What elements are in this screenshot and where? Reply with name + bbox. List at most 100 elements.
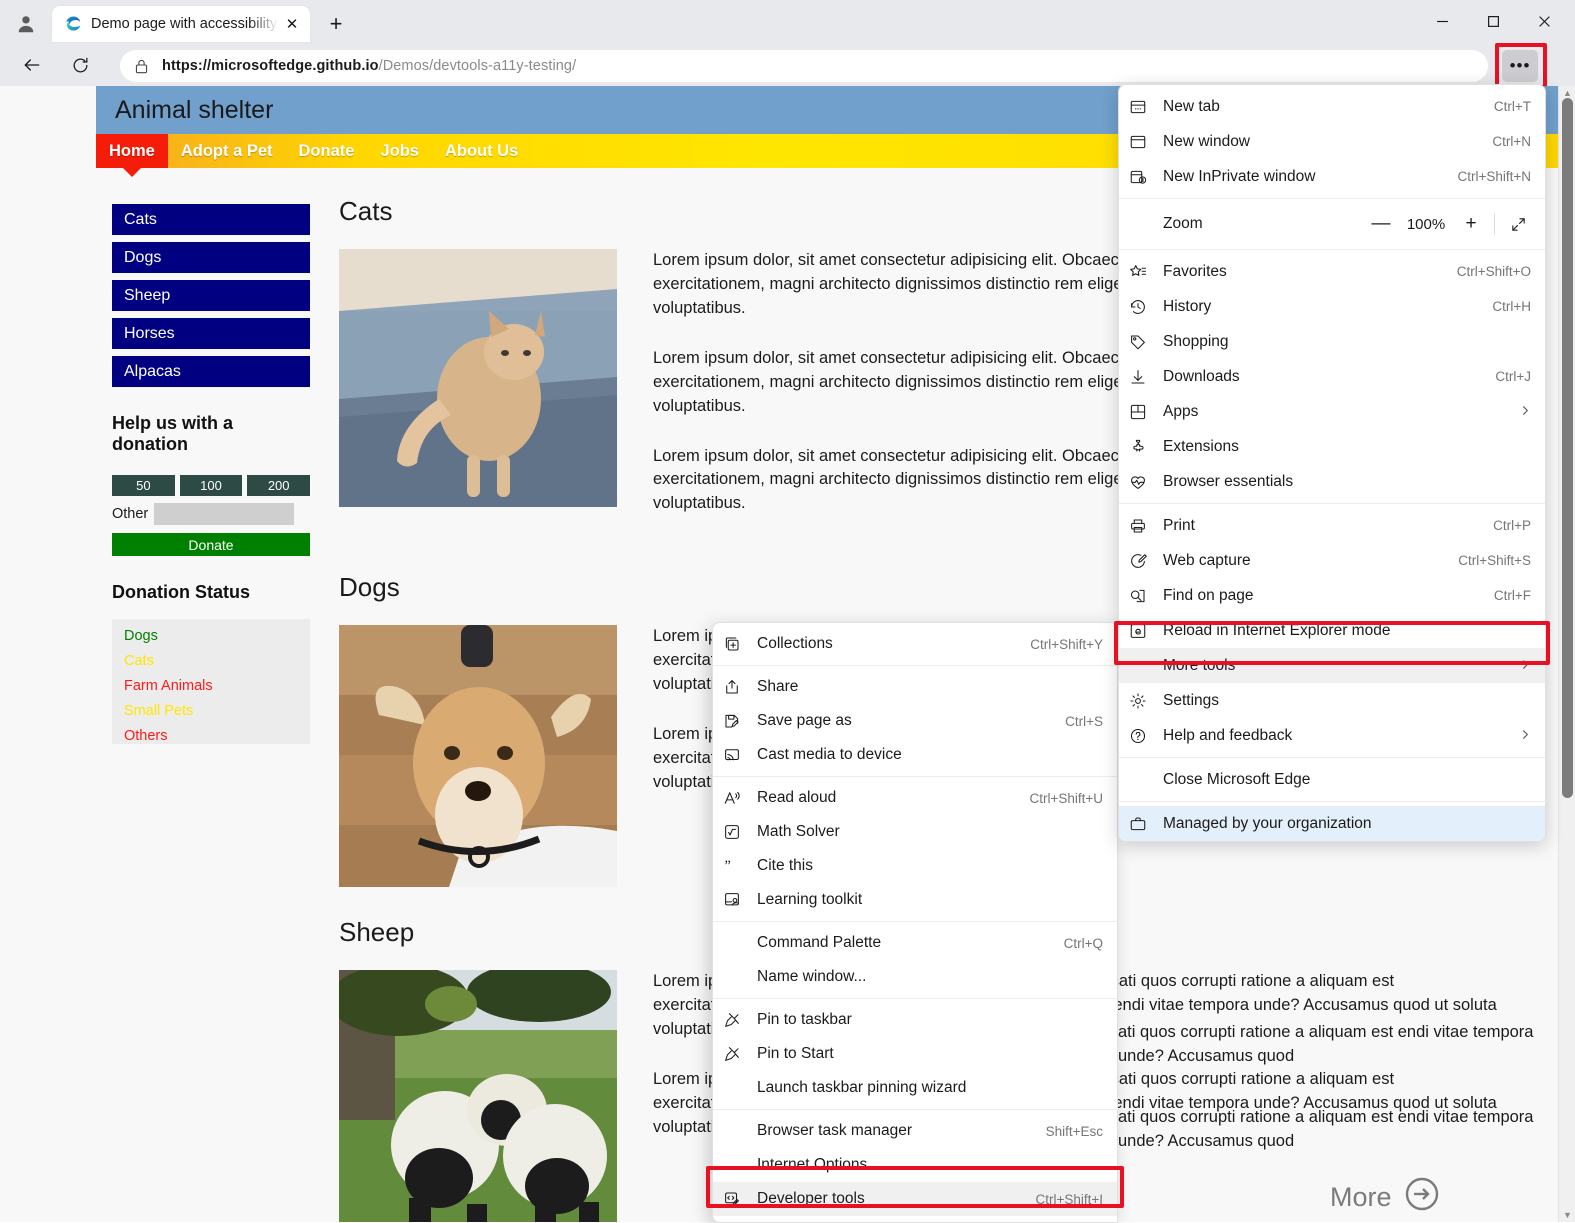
- nav-item-home[interactable]: Home: [96, 134, 168, 168]
- settings-and-more-button[interactable]: •••: [1502, 50, 1538, 82]
- menu-item-find-on-page[interactable]: Find on pageCtrl+F: [1119, 578, 1545, 613]
- nav-item-label: Adopt a Pet: [181, 142, 273, 161]
- menu-item-label: Browser task manager: [757, 1122, 1046, 1140]
- menu-item-web-capture[interactable]: Web captureCtrl+Shift+S: [1119, 543, 1545, 578]
- menu-item-label: Help and feedback: [1163, 727, 1506, 745]
- category-button-horses[interactable]: Horses: [112, 318, 310, 349]
- category-button-dogs[interactable]: Dogs: [112, 242, 310, 273]
- menu-item-reload-in-internet-explorer-mode[interactable]: Reload in Internet Explorer mode: [1119, 613, 1545, 648]
- zoom-in-button[interactable]: +: [1454, 209, 1488, 239]
- menu-item-browser-task-manager[interactable]: Browser task managerShift+Esc: [713, 1114, 1117, 1148]
- menu-item-close-microsoft-edge[interactable]: Close Microsoft Edge: [1119, 762, 1545, 797]
- math-solver-icon: [723, 822, 749, 842]
- category-button-sheep[interactable]: Sheep: [112, 280, 310, 311]
- donation-amount-200[interactable]: 200: [247, 475, 310, 496]
- status-item-dogs: Dogs: [124, 628, 310, 644]
- reload-button-icon[interactable]: [64, 49, 96, 81]
- menu-item-shopping[interactable]: Shopping: [1119, 324, 1545, 359]
- menu-item-save-page-as[interactable]: Save page asCtrl+S: [713, 704, 1117, 738]
- menu-item-label: Find on page: [1163, 587, 1494, 605]
- nav-item-about-us[interactable]: About Us: [432, 134, 531, 168]
- menu-separator: [713, 665, 1117, 666]
- menu-separator: [713, 998, 1117, 999]
- menu-separator: [713, 921, 1117, 922]
- menu-item-launch-taskbar-pinning-wizard[interactable]: Launch taskbar pinning wizard: [713, 1071, 1117, 1105]
- menu-item-label: New window: [1163, 133, 1492, 151]
- new-tab-button[interactable]: +: [322, 11, 350, 37]
- menu-item-new-window[interactable]: New windowCtrl+N: [1119, 124, 1545, 159]
- learning-toolkit-icon: [723, 890, 749, 910]
- menu-item-managed-by-your-organization[interactable]: Managed by your organization: [1119, 806, 1545, 841]
- status-item-others: Others: [124, 728, 310, 744]
- category-button-cats[interactable]: Cats: [112, 204, 310, 235]
- page-scrollbar[interactable]: ▲ ▼: [1558, 86, 1575, 1222]
- other-amount-input[interactable]: [154, 503, 294, 525]
- back-button-icon[interactable]: [16, 49, 48, 81]
- menu-item-command-palette[interactable]: Command PaletteCtrl+Q: [713, 926, 1117, 960]
- fullscreen-icon[interactable]: [1501, 209, 1535, 239]
- menu-item-cast-media-to-device[interactable]: Cast media to device: [713, 738, 1117, 772]
- nav-item-donate[interactable]: Donate: [286, 134, 368, 168]
- menu-item-downloads[interactable]: DownloadsCtrl+J: [1119, 359, 1545, 394]
- category-list: Cats Dogs Sheep Horses Alpacas: [112, 204, 310, 387]
- menu-item-share[interactable]: Share: [713, 670, 1117, 704]
- menu-item-collections[interactable]: CollectionsCtrl+Shift+Y: [713, 627, 1117, 661]
- maximize-window-button[interactable]: [1470, 0, 1517, 42]
- zoom-label: Zoom: [1163, 215, 1364, 233]
- menu-item-pin-to-taskbar[interactable]: Pin to taskbar: [713, 1003, 1117, 1037]
- menu-item-internet-options[interactable]: Internet Options: [713, 1148, 1117, 1182]
- menu-item-label: Share: [757, 678, 1103, 696]
- menu-item-read-aloud[interactable]: Read aloudCtrl+Shift+U: [713, 781, 1117, 815]
- scroll-down-arrow-icon[interactable]: ▼: [1559, 1208, 1575, 1222]
- menu-item-browser-essentials[interactable]: Browser essentials: [1119, 464, 1545, 499]
- menu-item-label: Close Microsoft Edge: [1163, 771, 1531, 789]
- close-window-button[interactable]: [1521, 0, 1568, 42]
- lock-icon: [134, 58, 152, 75]
- menu-item-label: New tab: [1163, 98, 1494, 116]
- nav-item-adopt-a-pet[interactable]: Adopt a Pet: [168, 134, 286, 168]
- more-tools-submenu: CollectionsCtrl+Shift+Y Share Save page as…: [712, 622, 1118, 1223]
- donation-amount-100[interactable]: 100: [180, 475, 243, 496]
- donation-amount-50[interactable]: 50: [112, 475, 175, 496]
- menu-item-new-tab[interactable]: New tabCtrl+T: [1119, 89, 1545, 124]
- menu-item-pin-to-start[interactable]: Pin to Start: [713, 1037, 1117, 1071]
- help-question-icon: [1129, 726, 1155, 746]
- menu-item-print[interactable]: PrintCtrl+P: [1119, 508, 1545, 543]
- profile-avatar-icon[interactable]: [12, 10, 40, 38]
- minimize-window-button[interactable]: [1419, 0, 1466, 42]
- menu-item-label: Developer tools: [757, 1190, 1035, 1208]
- history-clock-icon: [1129, 297, 1155, 317]
- new-tab-icon: [1129, 97, 1155, 117]
- menu-item-shortcut: Ctrl+Q: [1064, 936, 1103, 951]
- scrollbar-thumb[interactable]: [1562, 98, 1573, 798]
- donate-button[interactable]: Donate: [112, 533, 310, 556]
- menu-item-developer-tools[interactable]: Developer toolsCtrl+Shift+I: [713, 1182, 1117, 1216]
- pin-icon: [723, 1044, 749, 1064]
- briefcase-icon: [1129, 814, 1155, 834]
- close-tab-icon[interactable]: ✕: [282, 14, 302, 34]
- browser-tab[interactable]: Demo page with accessibility issue ✕: [52, 6, 310, 42]
- menu-item-math-solver[interactable]: Math Solver: [713, 815, 1117, 849]
- address-bar[interactable]: https://microsoftedge.github.io/Demos/de…: [120, 50, 1488, 82]
- menu-item-more-tools[interactable]: More tools: [1119, 648, 1545, 683]
- menu-item-history[interactable]: HistoryCtrl+H: [1119, 289, 1545, 324]
- menu-item-apps[interactable]: Apps: [1119, 394, 1545, 429]
- menu-item-new-inprivate-window[interactable]: New InPrivate windowCtrl+Shift+N: [1119, 159, 1545, 194]
- zoom-out-button[interactable]: —: [1364, 209, 1398, 239]
- menu-item-settings[interactable]: Settings: [1119, 683, 1545, 718]
- menu-item-label: Web capture: [1163, 552, 1458, 570]
- category-button-alpacas[interactable]: Alpacas: [112, 356, 310, 387]
- menu-item-shortcut: Ctrl+Shift+O: [1457, 264, 1531, 279]
- menu-item-name-window[interactable]: Name window...: [713, 960, 1117, 994]
- nav-item-jobs[interactable]: Jobs: [367, 134, 432, 168]
- menu-item-label: Apps: [1163, 403, 1506, 421]
- menu-item-label: Pin to Start: [757, 1045, 1103, 1063]
- menu-item-extensions[interactable]: Extensions: [1119, 429, 1545, 464]
- menu-item-label: Learning toolkit: [757, 891, 1103, 909]
- more-link[interactable]: More: [1330, 1176, 1440, 1219]
- menu-item-learning-toolkit[interactable]: Learning toolkit: [713, 883, 1117, 917]
- menu-item-help-and-feedback[interactable]: Help and feedback: [1119, 718, 1545, 753]
- menu-item-favorites[interactable]: FavoritesCtrl+Shift+O: [1119, 254, 1545, 289]
- gear-icon: [1129, 691, 1155, 711]
- menu-item-cite-this[interactable]: ”Cite this: [713, 849, 1117, 883]
